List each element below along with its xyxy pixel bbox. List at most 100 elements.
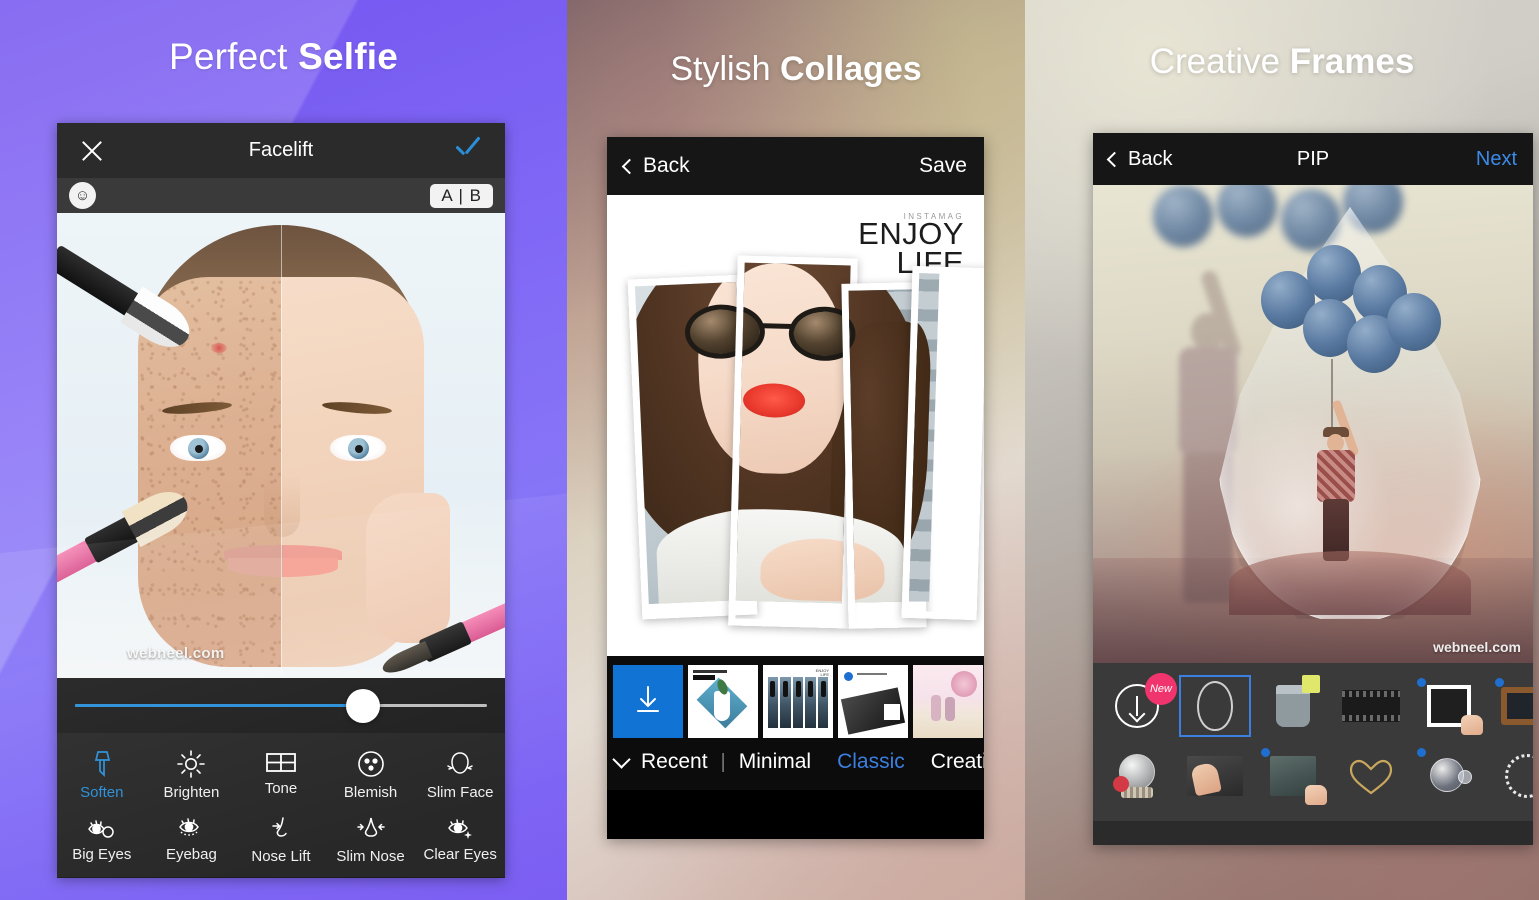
title-bold-part: Frames [1289,42,1415,81]
template-classic-enjoy-life-thumb[interactable]: ENJOY LIFE [763,665,833,738]
page-title-stylish-collages: Stylish Collages [567,50,1025,89]
collage-strip[interactable] [728,255,858,629]
hand [366,493,450,643]
new-dot-icon [1417,678,1426,687]
template-category-tabs: Recent | Minimal Classic Creative [607,738,984,790]
eye-left [170,435,226,461]
download-frames-button[interactable]: New [1101,673,1177,737]
collage-canvas[interactable]: INSTAMAG ENJOY LIFE [607,195,984,656]
save-button[interactable]: Save [919,154,967,178]
title-light-part: Creative [1149,42,1290,81]
frame-picker-grid: New [1093,663,1533,821]
frame-hands[interactable] [1179,745,1251,807]
tool-row-1: Soften Brighten Tone Blemish Slim Face [57,741,505,807]
download-templates-thumb[interactable] [613,665,683,738]
template-thumbnail-row: ENJOY LIFE [607,665,984,738]
frame-film-strip[interactable] [1335,675,1407,737]
compare-ab-button[interactable]: A | B [430,183,493,208]
slider-knob[interactable] [346,688,381,723]
watermark: webneel.com [1433,639,1521,655]
lips [224,545,342,579]
tool-blemish[interactable]: Blemish [326,741,416,807]
tool-nose-lift[interactable]: Nose Lift [236,807,326,871]
film-strip-icon [1342,690,1400,722]
hand-overlay-icon [1461,715,1483,735]
frame-bubble[interactable] [1413,745,1485,807]
panel-creative-frames: Creative Frames Back PIP Next webneel.co… [1025,0,1539,900]
download-icon [633,683,663,720]
tool-slim-face[interactable]: Slim Face [415,741,505,807]
tab-minimal[interactable]: Minimal [726,750,824,774]
frame-heart[interactable] [1335,745,1407,807]
template-bw-photo-thumb[interactable] [838,665,908,738]
tool-label: Nose Lift [251,848,311,865]
back-label: Back [1128,147,1173,170]
new-dot-icon [1495,678,1504,687]
frame-water-drop[interactable] [1179,675,1251,737]
intensity-slider-bar [57,678,505,733]
title-bold-part: Selfie [298,36,399,77]
template-pink-couple-thumb[interactable] [913,665,983,738]
template-minimal-vase-thumb[interactable] [688,665,758,738]
snow-globe-icon [1113,754,1157,798]
facelift-tool-panel: Soften Brighten Tone Blemish Slim Face B… [57,733,505,877]
intensity-slider[interactable] [75,688,487,723]
tool-big-eyes[interactable]: Big Eyes [57,807,147,871]
next-button[interactable]: Next [1476,148,1517,171]
facelift-photo-preview[interactable]: webneel.com [57,213,505,678]
title-light-part: Stylish [670,50,780,88]
soften-brush-icon [87,749,117,779]
back-button[interactable]: Back [1106,147,1173,171]
blemish-circle-icon [356,749,386,779]
new-dot-icon [1417,748,1426,757]
portrait-slice [728,255,858,606]
frame-glass[interactable] [1257,675,1329,737]
frame-screen[interactable] [1257,745,1329,807]
nose [264,475,300,537]
pip-preview[interactable]: webneel.com [1093,185,1533,663]
clear-eyes-icon [445,815,475,841]
sun-icon [176,749,206,779]
tool-label: Slim Nose [336,848,405,865]
collage-strip[interactable] [901,265,984,621]
tool-eyebag[interactable]: Eyebag [147,807,237,871]
tool-label: Tone [264,780,298,797]
frame-row-1: New [1093,671,1533,741]
frame-snowflake-ring[interactable] [1491,745,1533,807]
tv-icon [1501,687,1533,725]
chevron-left-icon [621,158,638,174]
tab-recent[interactable]: Recent [628,750,721,774]
eye-right [330,435,386,461]
frame-tv[interactable] [1491,675,1533,737]
collage-navbar: Back Save [607,137,984,195]
tool-brighten[interactable]: Brighten [147,741,237,807]
new-dot-icon [1261,748,1270,757]
promo-screens: Perfect Selfie Facelift ☺ A | B webneel.… [0,0,1539,900]
tone-grid-icon [265,749,297,775]
water-drop-icon [1197,681,1233,731]
hand-overlay-icon [1305,785,1327,805]
tab-classic[interactable]: Classic [824,750,918,774]
tool-slim-nose[interactable]: Slim Nose [326,807,416,871]
tool-soften[interactable]: Soften [57,741,147,807]
tool-label: Big Eyes [72,846,132,863]
drop-horizon [1229,551,1471,615]
frame-snow-globe[interactable] [1101,745,1173,807]
tool-label: Eyebag [165,846,217,863]
tool-clear-eyes[interactable]: Clear Eyes [415,807,505,871]
back-label: Back [643,154,690,177]
tab-creative[interactable]: Creative [918,750,984,774]
chevron-down-icon[interactable] [612,749,631,769]
check-icon[interactable] [453,140,483,162]
slim-face-icon [445,749,475,779]
hands-icon [1187,756,1243,797]
facelift-navbar: Facelift [57,123,505,178]
face-icon[interactable]: ☺ [69,182,96,209]
page-title-perfect-selfie: Perfect Selfie [0,36,567,78]
glass-icon [1276,675,1320,727]
tool-tone[interactable]: Tone [236,741,326,807]
tool-row-2: Big Eyes Eyebag Nose Lift Slim Nose Clea… [57,807,505,871]
heart-icon [1348,756,1394,796]
back-button[interactable]: Back [621,154,690,178]
frame-polaroid[interactable] [1413,675,1485,737]
